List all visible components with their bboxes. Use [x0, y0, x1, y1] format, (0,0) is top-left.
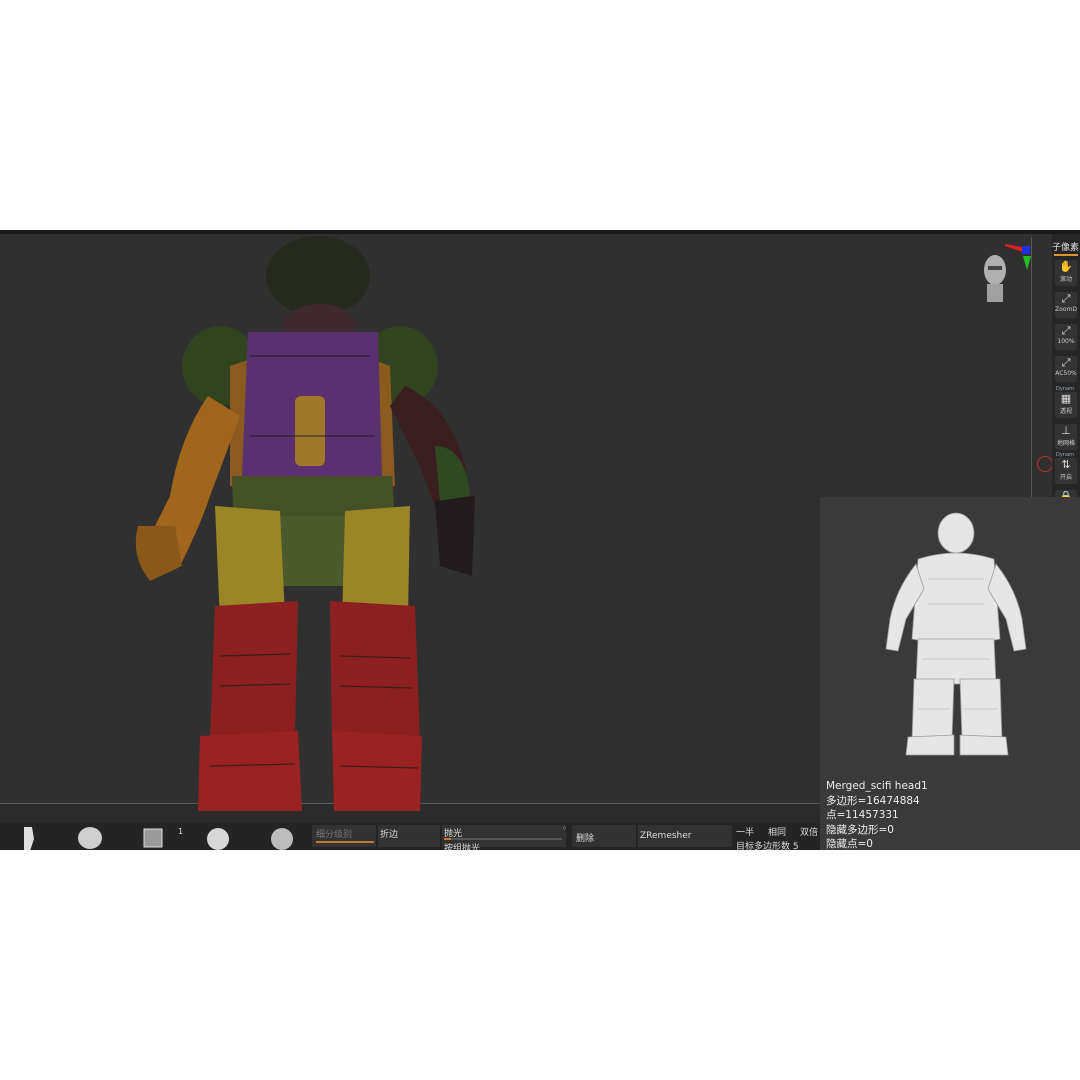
object-name: Merged_scifi head1	[826, 780, 928, 792]
tool-thumbnail-image[interactable]	[878, 509, 1028, 759]
bottom-toolbar: 1 细分级别 折边 抛光 按组抛光 ◦ 删除 ZRemesher 一半 相同 双…	[0, 823, 820, 850]
tool-thumb-zmodeler[interactable]	[132, 825, 172, 850]
tool-thumb-brush[interactable]	[262, 825, 302, 850]
model-bracer-right	[435, 446, 470, 501]
sculpt-model-polygroups[interactable]	[120, 236, 500, 811]
zoom-icon: ⤢	[1061, 356, 1071, 369]
zoom-icon: ⤢	[1061, 324, 1071, 337]
mesh-info: Merged_scifi head1 多边形=16474884 点=114573…	[826, 779, 928, 850]
zoom-icon: ⤢	[1061, 292, 1071, 305]
model-head	[266, 236, 370, 316]
double-button[interactable]: 双倍	[800, 825, 818, 838]
rotation-indicator-icon	[1037, 456, 1053, 472]
ac50-button[interactable]: ⤢ AC50%	[1055, 356, 1077, 382]
toggle-icon: ⇅	[1061, 458, 1071, 471]
zbrush-window: 子像素 ✋ 滚动 ⤢ ZoomD ⤢ 100% ⤢ AC50% Dynam ▦ 透视 ⊥ 地…	[0, 230, 1080, 850]
model-chest-plate	[295, 396, 325, 466]
subpixel-slider[interactable]	[1054, 254, 1078, 256]
model-leg-left	[210, 601, 298, 741]
grid-icon: ▦	[1060, 392, 1072, 405]
zoom100-button[interactable]: ⤢ 100%	[1055, 324, 1077, 350]
zremesher-button[interactable]: ZRemesher	[638, 825, 732, 847]
axis-y-icon	[1023, 256, 1031, 270]
model-hand-right	[435, 496, 475, 576]
tool-thumb-simplebrush[interactable]	[70, 825, 110, 850]
polish-slider[interactable]	[444, 838, 562, 840]
tool-preview-panel: Merged_scifi head1 多边形=16474884 点=114573…	[820, 497, 1080, 850]
model-boot-left	[198, 731, 302, 811]
enable-button[interactable]: ⇅ 开启	[1055, 458, 1077, 484]
perspective-button[interactable]: ▦ 透视	[1055, 392, 1077, 418]
polygon-count: 多边形=16474884	[826, 794, 920, 807]
same-button[interactable]: 相同	[768, 825, 786, 838]
model-boot-right	[332, 731, 422, 811]
zoom2d-button[interactable]: ⤢ ZoomD	[1055, 292, 1077, 318]
delete-button[interactable]: 删除	[572, 825, 636, 847]
polish-control[interactable]: 抛光 按组抛光	[442, 825, 566, 850]
navigation-head-gizmo[interactable]	[975, 244, 1035, 314]
tool-thumb-1[interactable]	[10, 825, 50, 850]
axis-z-icon	[1022, 246, 1030, 254]
half-button[interactable]: 一半	[736, 825, 754, 838]
tool-count: 1	[178, 827, 184, 836]
point-count: 点=11457331	[826, 809, 899, 821]
tool-thumb-sphere[interactable]	[198, 825, 238, 850]
scroll-button[interactable]: ✋ 滚动	[1055, 260, 1077, 286]
hidden-point-count: 隐藏点=0	[826, 838, 873, 850]
floor-icon: ⊥	[1061, 424, 1071, 437]
hand-icon: ✋	[1059, 260, 1073, 273]
target-polycount[interactable]: 目标多边形数 5	[736, 839, 799, 850]
subpixel-label: 子像素	[1052, 243, 1080, 253]
model-leg-right	[330, 601, 420, 741]
floor-grid-button[interactable]: ⊥ 地网格	[1055, 424, 1077, 450]
polish-option-icon[interactable]: ◦	[562, 824, 567, 833]
subdiv-slider[interactable]	[316, 841, 374, 843]
crease-button[interactable]: 折边	[378, 825, 440, 847]
model-hand-left	[135, 526, 182, 581]
hidden-polygon-count: 隐藏多边形=0	[826, 823, 894, 836]
subdiv-control[interactable]: 细分级别	[312, 825, 376, 847]
